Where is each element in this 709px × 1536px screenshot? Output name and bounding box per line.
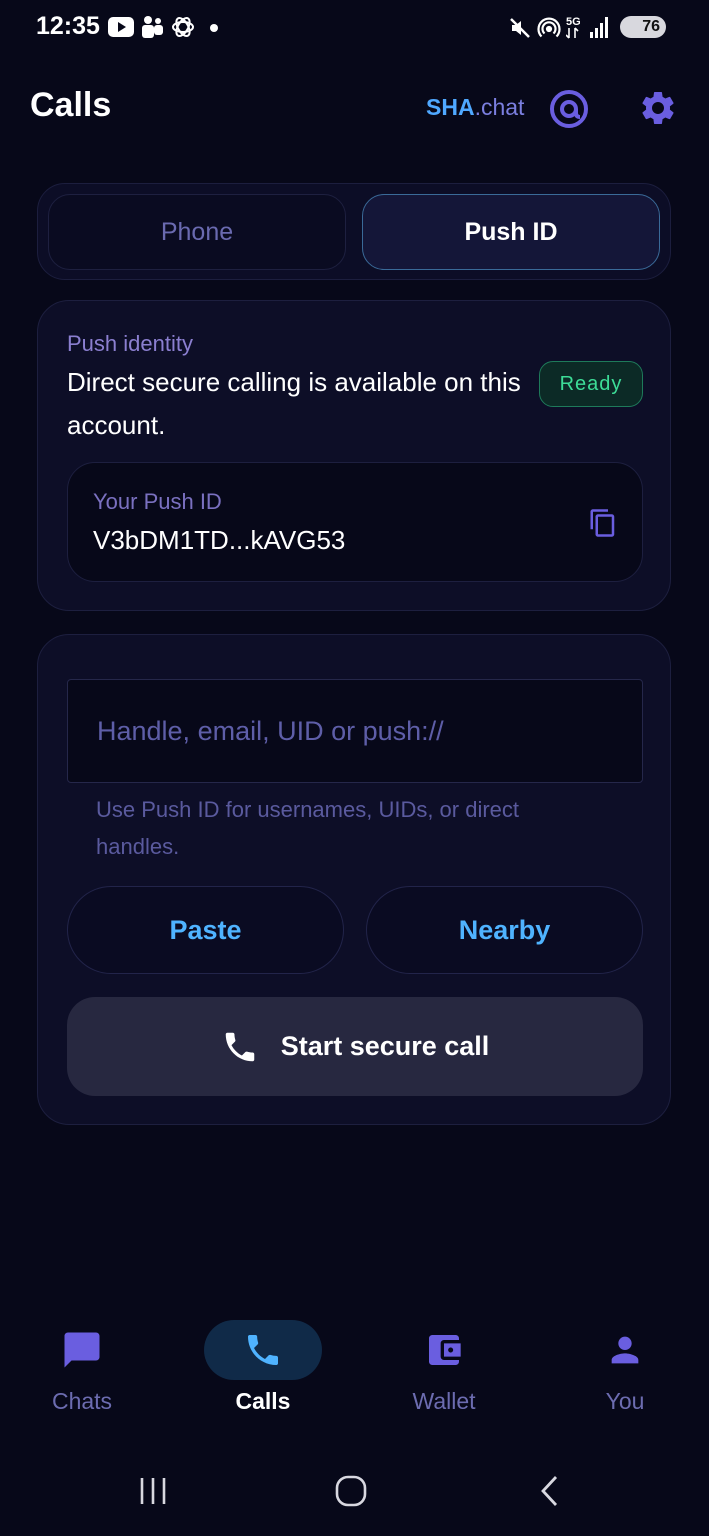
handle-input[interactable] [67, 679, 643, 783]
paste-button[interactable]: Paste [67, 886, 344, 974]
status-badge: Ready [539, 361, 643, 407]
bottom-nav: Chats Calls Wallet You [0, 1310, 709, 1430]
nav-label-calls: Calls [235, 1388, 291, 1414]
status-time: 12:35 [36, 12, 100, 40]
nav-icon-wrap [23, 1320, 141, 1380]
start-call-label: Start secure call [280, 1031, 490, 1061]
notification-dot-icon [210, 24, 218, 32]
person-icon [611, 1336, 639, 1364]
tab-phone[interactable]: Phone [48, 194, 346, 270]
push-identity-description: Direct secure calling is available on th… [67, 367, 521, 440]
nearby-button[interactable]: Nearby [366, 886, 643, 974]
wallet-icon [429, 1335, 461, 1365]
phone-icon [248, 1335, 278, 1365]
chat-icon [64, 1332, 100, 1368]
hotspot-icon [537, 17, 561, 38]
nav-label-wallet: Wallet [412, 1388, 476, 1414]
system-nav-bar [0, 1450, 709, 1536]
nav-item-you[interactable]: You [535, 1310, 709, 1430]
status-bar: 12:35 5G 76 [0, 0, 709, 56]
nav-label-chats: Chats [51, 1388, 113, 1414]
page-title: Calls [30, 86, 112, 124]
push-identity-card: Push identity Direct secure calling is a… [37, 300, 671, 611]
push-id-label: Your Push ID [93, 489, 222, 514]
nav-icon-wrap [204, 1320, 322, 1380]
nav-icon-wrap [566, 1320, 684, 1380]
openai-icon [172, 16, 194, 38]
phone-icon [225, 1032, 254, 1061]
calls-screen: 12:35 5G 76 Calls SHA.chat Phone Push ID… [0, 0, 709, 1536]
brand-logo: SHA.chat [426, 94, 524, 121]
copy-icon[interactable] [588, 507, 618, 539]
push-id-value: V3bDM1TD...kAVG53 [93, 525, 346, 555]
battery-indicator: 76 [620, 16, 666, 38]
at-icon[interactable] [548, 88, 590, 130]
brand-bold: SHA [426, 94, 475, 120]
nav-item-calls[interactable]: Calls [173, 1310, 353, 1430]
recent-apps-icon[interactable] [138, 1476, 168, 1506]
nav-icon-wrap [385, 1320, 503, 1380]
svg-text:5G: 5G [566, 16, 581, 28]
signal-5g-icon: 5G [566, 16, 608, 39]
brand-rest: .chat [474, 94, 525, 120]
mute-icon [510, 18, 530, 38]
home-icon[interactable] [334, 1474, 368, 1508]
youtube-icon [108, 17, 134, 37]
call-mode-segmented-control: Phone Push ID [37, 183, 671, 280]
push-identity-label: Push identity [67, 331, 193, 356]
nav-item-chats[interactable]: Chats [0, 1310, 172, 1430]
gear-icon[interactable] [638, 88, 678, 128]
helper-text: Use Push ID for usernames, UIDs, or dire… [96, 797, 520, 859]
teams-icon [142, 16, 163, 38]
start-secure-call-button[interactable]: Start secure call [67, 997, 643, 1096]
nav-label-you: You [605, 1388, 645, 1414]
push-id-box: Your Push ID V3bDM1TD...kAVG53 [67, 462, 643, 582]
back-icon[interactable] [538, 1474, 562, 1508]
start-call-card: Use Push ID for usernames, UIDs, or dire… [37, 634, 671, 1125]
nav-item-wallet[interactable]: Wallet [354, 1310, 534, 1430]
tab-push-id[interactable]: Push ID [362, 194, 660, 270]
